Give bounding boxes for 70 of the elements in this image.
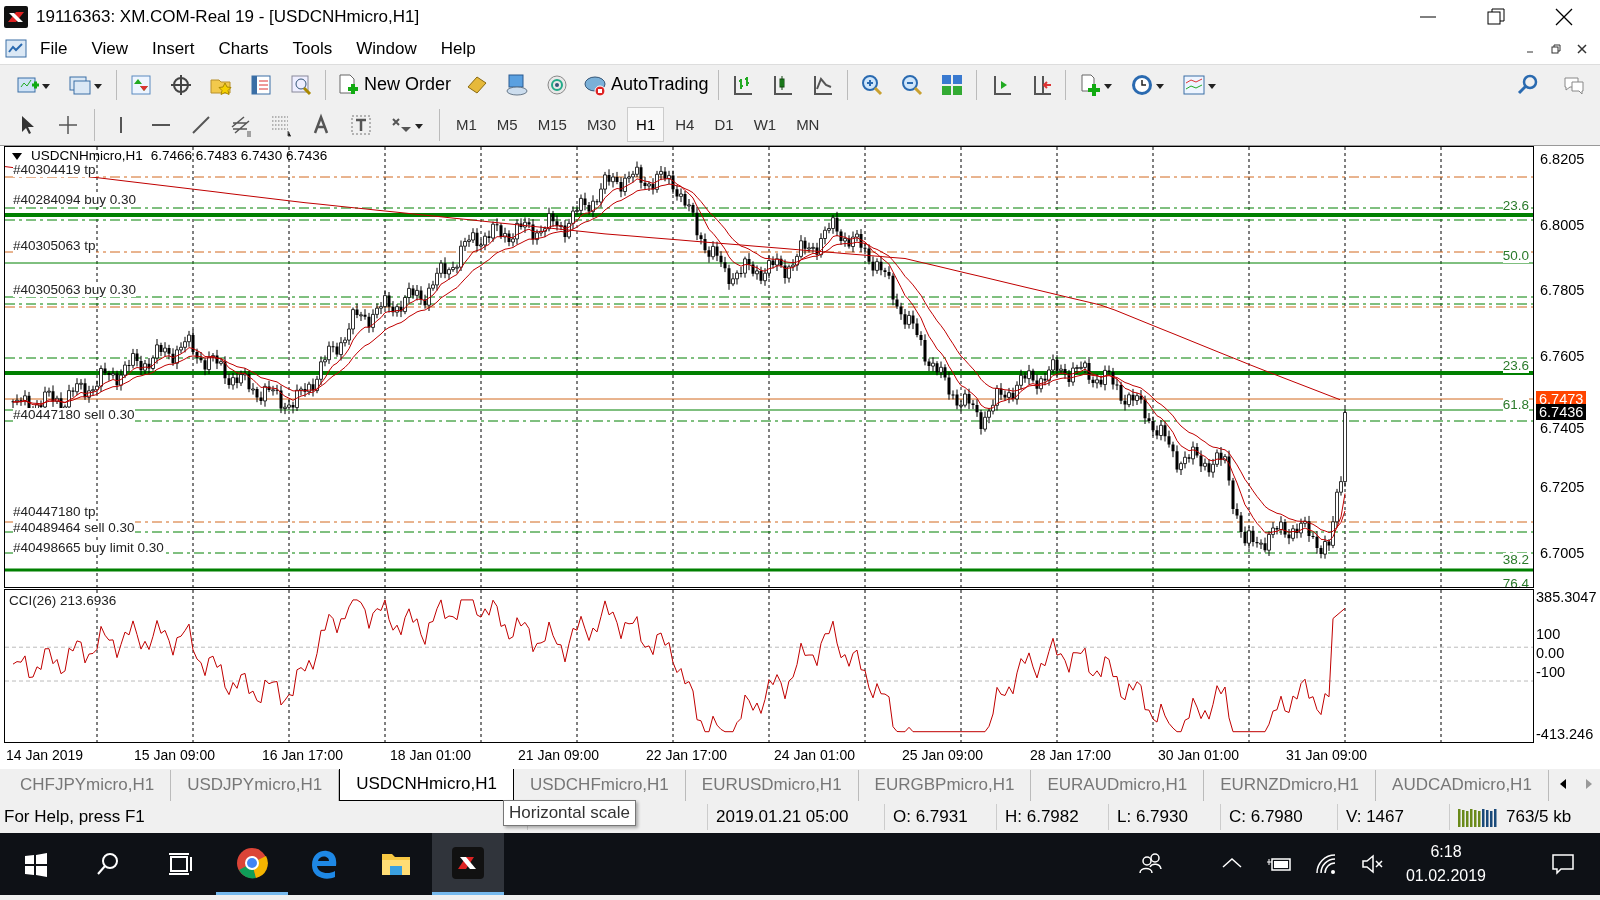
- order-label: #40305063 tp: [13, 239, 96, 253]
- period-button[interactable]: M1: [447, 107, 486, 142]
- menu-item[interactable]: Help: [428, 37, 488, 61]
- period-button[interactable]: M15: [528, 107, 576, 142]
- time-scale-label: 18 Jan 01:00: [390, 747, 471, 763]
- low-price: L: 6.7930: [1108, 804, 1220, 830]
- period-button[interactable]: W1: [744, 107, 786, 142]
- order-label: #40284094 buy 0.30: [13, 193, 137, 207]
- bar-time: 2019.01.21 05:00: [707, 804, 884, 830]
- indicator-scale-label: 385.3047: [1536, 589, 1597, 605]
- price-scale-label: 6.7205: [1540, 479, 1585, 496]
- menu-item[interactable]: Window: [344, 37, 429, 61]
- time-scale-label: 28 Jan 17:00: [1030, 747, 1111, 763]
- fibonacci-level-label: 38.2: [1502, 553, 1529, 567]
- fibonacci-level-label: 23.6: [1502, 359, 1529, 373]
- period-button[interactable]: D1: [705, 107, 743, 142]
- price-scale-label: 6.8005: [1540, 216, 1585, 233]
- order-label: #40498665 buy limit 0.30: [13, 541, 164, 555]
- period-button[interactable]: M30: [577, 107, 626, 142]
- menu-item[interactable]: File: [28, 37, 80, 61]
- order-label: #40447180 sell 0.30: [13, 408, 135, 422]
- time-scale-label: 24 Jan 01:00: [774, 747, 855, 763]
- price-scale-label: 6.7605: [1540, 347, 1585, 364]
- open-price: O: 6.7931: [884, 804, 996, 830]
- period-button[interactable]: MN: [787, 107, 829, 142]
- menu-item[interactable]: Tools: [280, 37, 345, 61]
- order-label: #40447180 tp: [13, 505, 96, 519]
- close-price: C: 6.7980: [1220, 804, 1337, 830]
- time-scale-label: 15 Jan 09:00: [134, 747, 215, 763]
- price-scale-label: 6.7805: [1540, 282, 1585, 299]
- fibonacci-level-label: 23.6: [1502, 199, 1529, 213]
- order-label: #40489464 sell 0.30: [13, 521, 135, 535]
- order-label: #40304419 tp: [13, 163, 96, 177]
- indicator-scale-label: 0.00: [1536, 645, 1565, 661]
- price-scale-label: 6.7005: [1540, 544, 1585, 561]
- time-scale-label: 16 Jan 17:00: [262, 747, 343, 763]
- symbol-label: USDCNHmicro,H1: [31, 148, 143, 163]
- tooltip: Horizontal scale: [503, 800, 636, 826]
- bid-price-label: 6.7436: [1536, 404, 1587, 421]
- time-scale-label: 30 Jan 01:00: [1158, 747, 1239, 763]
- clock-time: 6:18: [1430, 842, 1462, 862]
- period-button[interactable]: H1: [627, 107, 665, 142]
- menu-item[interactable]: Insert: [139, 37, 207, 61]
- time-scale-label: 25 Jan 09:00: [902, 747, 983, 763]
- indicator-scale-label: 100: [1536, 626, 1561, 642]
- menu-item[interactable]: Charts: [206, 37, 281, 61]
- ohlc-values: 6.7466 6.7483 6.7430 6.7436: [150, 148, 328, 163]
- window-title: 19116363: XM.COM-Real 19 - [USDCNHmicro,H1]: [36, 7, 421, 27]
- price-scale-label: 6.7405: [1540, 419, 1585, 436]
- high-price: H: 6.7982: [996, 804, 1108, 830]
- traffic-text: 763/5 kb: [1506, 807, 1572, 827]
- price-scale-label: 6.8205: [1540, 151, 1585, 167]
- order-label: #40305063 buy 0.30: [13, 283, 137, 297]
- fibonacci-level-label: 50.0: [1502, 249, 1529, 263]
- indicator-label: CCI(26) 213.6936: [9, 594, 117, 608]
- clock-date: 01.02.2019: [1405, 866, 1486, 886]
- period-button[interactable]: H4: [666, 107, 704, 142]
- time-scale-label: 22 Jan 17:00: [646, 747, 727, 763]
- fibonacci-level-label: 61.8: [1502, 398, 1529, 412]
- chart-tab[interactable]: USDCNHmicro,H1: [339, 769, 514, 801]
- time-scale-label: 21 Jan 09:00: [518, 747, 599, 763]
- indicator-scale-label: -100: [1536, 664, 1566, 680]
- period-button[interactable]: M5: [487, 107, 527, 142]
- time-scale-label: 14 Jan 2019: [6, 747, 84, 763]
- indicator-scale-label: -413.246: [1536, 726, 1594, 742]
- time-scale-label: 31 Jan 09:00: [1286, 747, 1367, 763]
- new-order-button[interactable]: New Order: [330, 72, 458, 97]
- menu-item[interactable]: View: [79, 37, 140, 61]
- auto-trading-button[interactable]: AutoTrading: [577, 72, 715, 97]
- volume-value: V: 1467: [1337, 804, 1449, 830]
